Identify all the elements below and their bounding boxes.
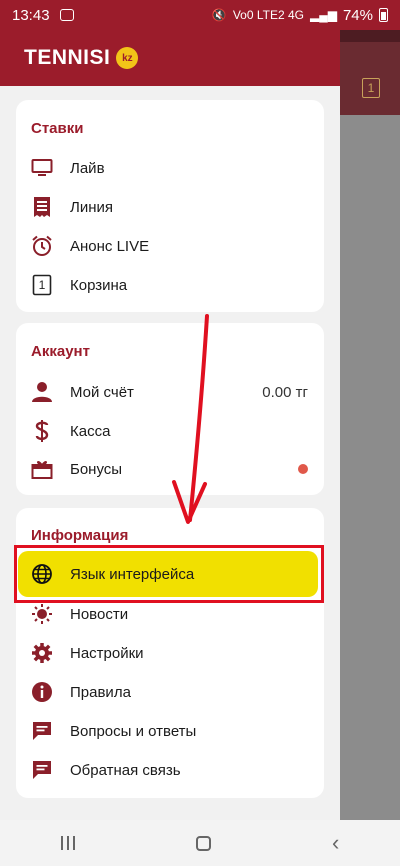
recent-apps-icon[interactable] xyxy=(60,836,75,850)
back-icon[interactable]: ‹ xyxy=(332,832,339,854)
system-nav-bar: ‹ xyxy=(0,820,400,866)
home-icon[interactable] xyxy=(195,835,211,851)
annotation-arrow xyxy=(172,314,209,524)
